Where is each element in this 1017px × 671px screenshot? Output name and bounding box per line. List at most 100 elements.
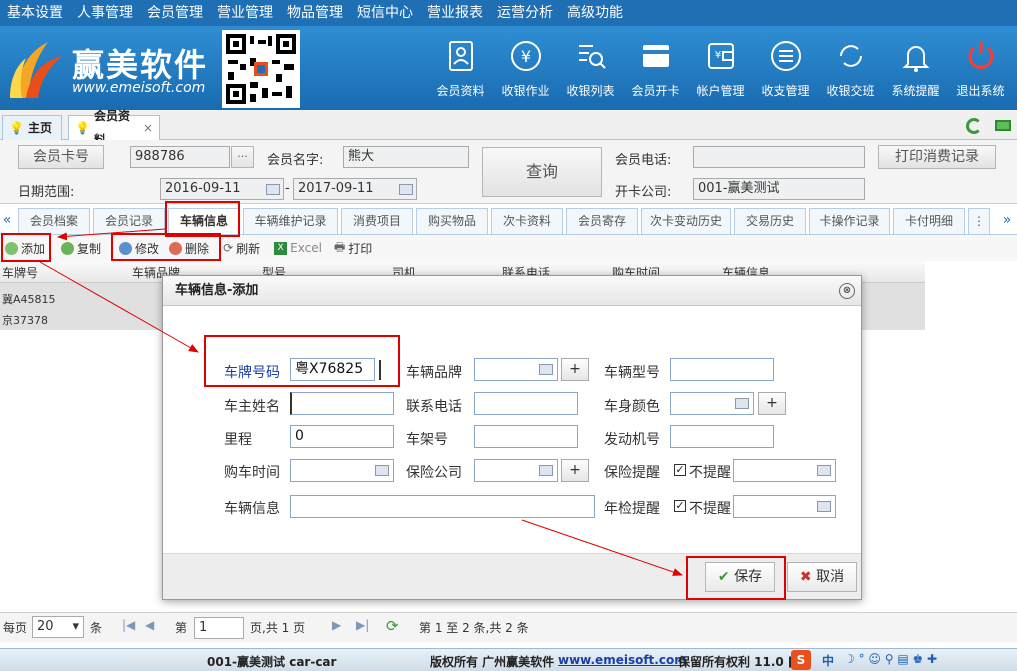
- menu-analysis[interactable]: 运营分析: [490, 0, 560, 26]
- query-button[interactable]: 查询: [482, 147, 602, 197]
- tool-shift-handover-button[interactable]: 收银交班: [818, 30, 883, 99]
- calendar-icon[interactable]: [817, 465, 831, 476]
- tabs-scroll-right-icon[interactable]: »: [1000, 208, 1014, 234]
- tab-member-profile[interactable]: 💡 会员资料 ×: [68, 109, 160, 147]
- refresh-button[interactable]: ⟳ 刷新: [218, 240, 265, 257]
- insurance-no-remind-checkbox[interactable]: ✓: [674, 464, 686, 476]
- print-button[interactable]: 🖶 打印: [329, 238, 377, 259]
- first-page-icon[interactable]: |◀: [122, 618, 135, 632]
- prev-page-icon[interactable]: ◀: [145, 618, 154, 632]
- tabs-more-button[interactable]: ⋮: [968, 208, 990, 234]
- page-input[interactable]: 1: [194, 617, 244, 639]
- brand-select[interactable]: [474, 358, 558, 381]
- tab-consumption-items[interactable]: 消费项目: [341, 208, 413, 234]
- date-to-input[interactable]: 2017-09-11: [293, 178, 417, 200]
- tab-count-card-history[interactable]: 次卡变动历史: [641, 208, 731, 234]
- phone-input[interactable]: [474, 392, 578, 415]
- tab-vehicle-maintenance[interactable]: 车辆维护记录: [243, 208, 338, 234]
- tool-ledger-button[interactable]: 收支管理: [753, 30, 818, 99]
- menu-reports[interactable]: 营业报表: [420, 0, 490, 26]
- add-brand-button[interactable]: +: [561, 358, 589, 381]
- tool-label: 帐户管理: [696, 84, 745, 98]
- ledger-icon: [766, 36, 806, 76]
- tabs-scroll-left-icon[interactable]: «: [0, 208, 14, 234]
- top-menu-bar: 基本设置 人事管理 会员管理 营业管理 物品管理 短信中心 营业报表 运营分析 …: [0, 0, 1017, 26]
- refresh-icon[interactable]: [966, 118, 982, 134]
- menu-sms[interactable]: 短信中心: [350, 0, 420, 26]
- card-no-input[interactable]: 988786: [130, 146, 230, 168]
- next-page-icon[interactable]: ▶: [332, 618, 341, 632]
- dropdown-icon[interactable]: [539, 465, 553, 476]
- tool-member-profile-button[interactable]: 会员资料: [428, 30, 493, 99]
- tab-member-archive[interactable]: 会员档案: [18, 208, 90, 234]
- last-page-icon[interactable]: ▶|: [356, 618, 369, 632]
- menu-basic-settings[interactable]: 基本设置: [0, 0, 70, 26]
- menu-hr[interactable]: 人事管理: [70, 0, 140, 26]
- menu-advanced[interactable]: 高级功能: [560, 0, 630, 26]
- ime-logo-icon[interactable]: S: [791, 650, 811, 670]
- owner-input[interactable]: [290, 392, 394, 415]
- excel-button[interactable]: X Excel: [269, 241, 327, 255]
- member-search-form: 会员卡号 988786 ··· 会员名字: 熊大 查询 会员电话: 打印消费记录…: [0, 140, 1017, 204]
- tool-power-button[interactable]: 退出系统: [948, 30, 1013, 99]
- tab-home[interactable]: 💡 主页: [2, 115, 62, 140]
- menu-goods[interactable]: 物品管理: [280, 0, 350, 26]
- tab-card-operations[interactable]: 卡操作记录: [809, 208, 890, 234]
- close-icon[interactable]: ×: [143, 116, 153, 140]
- per-page-select[interactable]: 20 ▾: [32, 616, 84, 638]
- copy-button[interactable]: 复制: [56, 240, 106, 257]
- insurance-remind-date[interactable]: [733, 459, 836, 482]
- inspection-no-remind-checkbox[interactable]: ✓: [674, 500, 686, 512]
- tab-count-card-info[interactable]: 次卡资料: [491, 208, 563, 234]
- date-from-input[interactable]: 2016-09-11: [160, 178, 284, 200]
- inspection-remind-date[interactable]: [733, 495, 836, 518]
- card-no-button[interactable]: 会员卡号: [18, 145, 104, 169]
- menu-business[interactable]: 营业管理: [210, 0, 280, 26]
- chevron-down-icon: ▾: [72, 619, 79, 634]
- col-plate[interactable]: 车牌号: [2, 264, 38, 281]
- engine-no-input[interactable]: [670, 425, 774, 448]
- tab-member-deposit[interactable]: 会员寄存: [566, 208, 638, 234]
- add-color-button[interactable]: +: [758, 392, 786, 415]
- card-picker-button[interactable]: ···: [231, 146, 254, 168]
- ime-tray-icons[interactable]: ☽ ° ☺ ⚲ ▤ ♚ ✚: [844, 652, 937, 666]
- buy-date-input[interactable]: [290, 459, 394, 482]
- member-name-input[interactable]: 熊大: [343, 146, 469, 168]
- tool-cashier-button[interactable]: ¥ 收银作业: [493, 30, 558, 99]
- calendar-icon[interactable]: [399, 184, 413, 195]
- ime-lang[interactable]: 中: [822, 652, 834, 669]
- add-insurer-button[interactable]: +: [561, 459, 589, 482]
- minimize-icon[interactable]: [995, 120, 1011, 131]
- menu-members[interactable]: 会员管理: [140, 0, 210, 26]
- calendar-icon[interactable]: [817, 501, 831, 512]
- status-url-link[interactable]: www.emeisoft.com: [558, 653, 687, 667]
- tab-purchased-goods[interactable]: 购买物品: [416, 208, 488, 234]
- tool-cash-list-button[interactable]: 收银列表: [558, 30, 623, 99]
- refresh-icon[interactable]: ⟳: [386, 617, 399, 635]
- frame-no-input[interactable]: [474, 425, 578, 448]
- cancel-button[interactable]: ✖ 取消: [787, 562, 857, 592]
- tab-card-payment-detail[interactable]: 卡付明细: [893, 208, 965, 234]
- tool-wallet-button[interactable]: ¥ 帐户管理: [688, 30, 753, 99]
- record-summary: 第 1 至 2 条,共 2 条: [419, 621, 529, 635]
- tool-open-card-button[interactable]: 会员开卡: [623, 30, 688, 99]
- status-bar: 001-赢美测试 car-car 版权所有 广州赢美软件 www.emeisof…: [0, 648, 1017, 671]
- tab-member-records[interactable]: 会员记录: [93, 208, 165, 234]
- card-company-select[interactable]: 001-赢美测试: [693, 178, 865, 200]
- table-row[interactable]: 冀A45815: [2, 291, 56, 307]
- calendar-icon[interactable]: [375, 465, 389, 476]
- tool-bell-button[interactable]: 系统提醒: [883, 30, 948, 99]
- dropdown-icon[interactable]: [539, 364, 553, 375]
- close-icon[interactable]: ⊗: [839, 283, 855, 299]
- calendar-icon[interactable]: [266, 184, 280, 195]
- print-consumption-button[interactable]: 打印消费记录: [878, 145, 996, 169]
- tab-transaction-history[interactable]: 交易历史: [734, 208, 806, 234]
- vehicle-info-input[interactable]: [290, 495, 595, 518]
- dropdown-icon[interactable]: [735, 398, 749, 409]
- model-input[interactable]: [670, 358, 774, 381]
- table-row[interactable]: 京37378: [2, 312, 48, 328]
- color-select[interactable]: [670, 392, 754, 415]
- member-phone-input[interactable]: [693, 146, 865, 168]
- mileage-input[interactable]: 0: [290, 425, 394, 448]
- insurer-select[interactable]: [474, 459, 558, 482]
